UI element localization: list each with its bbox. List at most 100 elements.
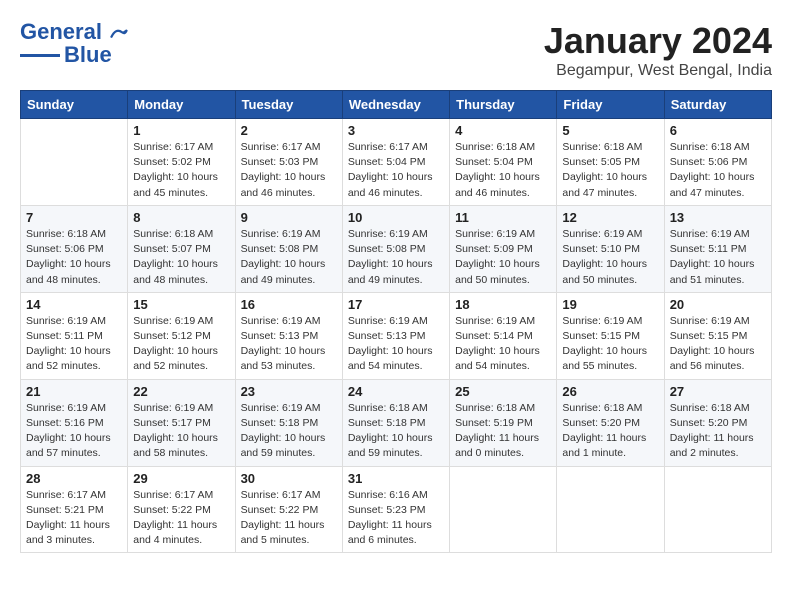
calendar-cell: 7 Sunrise: 6:18 AMSunset: 5:06 PMDaylight… [21, 205, 128, 292]
day-number: 8 [133, 210, 229, 225]
calendar-cell: 1 Sunrise: 6:17 AMSunset: 5:02 PMDaylight… [128, 119, 235, 206]
day-number: 3 [348, 123, 444, 138]
day-number: 4 [455, 123, 551, 138]
day-info: Sunrise: 6:19 AMSunset: 5:12 PMDaylight:… [133, 314, 229, 375]
day-number: 23 [241, 384, 337, 399]
day-number: 1 [133, 123, 229, 138]
day-info: Sunrise: 6:18 AMSunset: 5:05 PMDaylight:… [562, 140, 658, 201]
calendar-header-saturday: Saturday [664, 91, 771, 119]
day-info: Sunrise: 6:17 AMSunset: 5:04 PMDaylight:… [348, 140, 444, 201]
calendar-cell: 31 Sunrise: 6:16 AMSunset: 5:23 PMDayligh… [342, 466, 449, 553]
day-info: Sunrise: 6:17 AMSunset: 5:22 PMDaylight:… [133, 488, 229, 549]
day-info: Sunrise: 6:18 AMSunset: 5:04 PMDaylight:… [455, 140, 551, 201]
calendar-cell: 16 Sunrise: 6:19 AMSunset: 5:13 PMDayligh… [235, 292, 342, 379]
calendar-header-friday: Friday [557, 91, 664, 119]
calendar-header-row: SundayMondayTuesdayWednesdayThursdayFrid… [21, 91, 772, 119]
day-number: 7 [26, 210, 122, 225]
day-info: Sunrise: 6:19 AMSunset: 5:11 PMDaylight:… [670, 227, 766, 288]
day-info: Sunrise: 6:19 AMSunset: 5:08 PMDaylight:… [348, 227, 444, 288]
day-info: Sunrise: 6:19 AMSunset: 5:15 PMDaylight:… [562, 314, 658, 375]
day-number: 19 [562, 297, 658, 312]
calendar-cell: 28 Sunrise: 6:17 AMSunset: 5:21 PMDayligh… [21, 466, 128, 553]
calendar-cell: 26 Sunrise: 6:18 AMSunset: 5:20 PMDayligh… [557, 379, 664, 466]
calendar-cell [557, 466, 664, 553]
day-info: Sunrise: 6:19 AMSunset: 5:11 PMDaylight:… [26, 314, 122, 375]
day-number: 27 [670, 384, 766, 399]
calendar-week-row: 28 Sunrise: 6:17 AMSunset: 5:21 PMDayligh… [21, 466, 772, 553]
day-info: Sunrise: 6:19 AMSunset: 5:13 PMDaylight:… [241, 314, 337, 375]
day-info: Sunrise: 6:16 AMSunset: 5:23 PMDaylight:… [348, 488, 444, 549]
calendar-cell: 4 Sunrise: 6:18 AMSunset: 5:04 PMDaylight… [450, 119, 557, 206]
calendar-cell: 6Sunrise: 6:18 AMSunset: 5:06 PMDaylight… [664, 119, 771, 206]
day-number: 17 [348, 297, 444, 312]
day-info: Sunrise: 6:19 AMSunset: 5:08 PMDaylight:… [241, 227, 337, 288]
day-info: Sunrise: 6:19 AMSunset: 5:09 PMDaylight:… [455, 227, 551, 288]
day-info: Sunrise: 6:18 AMSunset: 5:18 PMDaylight:… [348, 401, 444, 462]
calendar-cell: 5 Sunrise: 6:18 AMSunset: 5:05 PMDaylight… [557, 119, 664, 206]
calendar-cell: 13 Sunrise: 6:19 AMSunset: 5:11 PMDayligh… [664, 205, 771, 292]
day-number: 31 [348, 471, 444, 486]
day-info: Sunrise: 6:19 AMSunset: 5:16 PMDaylight:… [26, 401, 122, 462]
day-number: 12 [562, 210, 658, 225]
day-number: 16 [241, 297, 337, 312]
calendar-cell: 29 Sunrise: 6:17 AMSunset: 5:22 PMDayligh… [128, 466, 235, 553]
calendar-cell [450, 466, 557, 553]
day-info: Sunrise: 6:18 AMSunset: 5:20 PMDaylight:… [670, 401, 766, 462]
calendar-week-row: 21Sunrise: 6:19 AMSunset: 5:16 PMDayligh… [21, 379, 772, 466]
calendar-cell: 20Sunrise: 6:19 AMSunset: 5:15 PMDayligh… [664, 292, 771, 379]
day-info: Sunrise: 6:18 AMSunset: 5:20 PMDaylight:… [562, 401, 658, 462]
title-block: January 2024 Begampur, West Bengal, Indi… [544, 20, 772, 80]
calendar-header-tuesday: Tuesday [235, 91, 342, 119]
calendar-cell: 2Sunrise: 6:17 AMSunset: 5:03 PMDaylight… [235, 119, 342, 206]
calendar-cell: 12 Sunrise: 6:19 AMSunset: 5:10 PMDayligh… [557, 205, 664, 292]
day-number: 24 [348, 384, 444, 399]
day-number: 5 [562, 123, 658, 138]
day-info: Sunrise: 6:17 AMSunset: 5:02 PMDaylight:… [133, 140, 229, 201]
calendar-cell: 21Sunrise: 6:19 AMSunset: 5:16 PMDayligh… [21, 379, 128, 466]
day-info: Sunrise: 6:18 AMSunset: 5:06 PMDaylight:… [26, 227, 122, 288]
calendar-cell: 22 Sunrise: 6:19 AMSunset: 5:17 PMDayligh… [128, 379, 235, 466]
day-info: Sunrise: 6:17 AMSunset: 5:22 PMDaylight:… [241, 488, 337, 549]
day-number: 28 [26, 471, 122, 486]
calendar-header-wednesday: Wednesday [342, 91, 449, 119]
calendar-cell: 27 Sunrise: 6:18 AMSunset: 5:20 PMDayligh… [664, 379, 771, 466]
day-number: 11 [455, 210, 551, 225]
day-info: Sunrise: 6:17 AMSunset: 5:03 PMDaylight:… [241, 140, 337, 201]
day-info: Sunrise: 6:19 AMSunset: 5:17 PMDaylight:… [133, 401, 229, 462]
day-info: Sunrise: 6:19 AMSunset: 5:14 PMDaylight:… [455, 314, 551, 375]
day-info: Sunrise: 6:18 AMSunset: 5:19 PMDaylight:… [455, 401, 551, 462]
calendar-cell: 8 Sunrise: 6:18 AMSunset: 5:07 PMDaylight… [128, 205, 235, 292]
calendar-week-row: 7 Sunrise: 6:18 AMSunset: 5:06 PMDaylight… [21, 205, 772, 292]
day-number: 10 [348, 210, 444, 225]
day-number: 14 [26, 297, 122, 312]
calendar-table: SundayMondayTuesdayWednesdayThursdayFrid… [20, 90, 772, 553]
location-subtitle: Begampur, West Bengal, India [544, 62, 772, 80]
day-number: 29 [133, 471, 229, 486]
calendar-cell: 24 Sunrise: 6:18 AMSunset: 5:18 PMDayligh… [342, 379, 449, 466]
day-number: 6 [670, 123, 766, 138]
day-number: 26 [562, 384, 658, 399]
calendar-header-thursday: Thursday [450, 91, 557, 119]
calendar-cell: 3 Sunrise: 6:17 AMSunset: 5:04 PMDaylight… [342, 119, 449, 206]
logo: General Blue [20, 20, 128, 68]
day-info: Sunrise: 6:19 AMSunset: 5:10 PMDaylight:… [562, 227, 658, 288]
logo-text: General [20, 20, 128, 44]
page-header: General Blue January 2024 Begampur, West… [20, 20, 772, 80]
calendar-cell: 15 Sunrise: 6:19 AMSunset: 5:12 PMDayligh… [128, 292, 235, 379]
calendar-cell [664, 466, 771, 553]
calendar-cell: 23 Sunrise: 6:19 AMSunset: 5:18 PMDayligh… [235, 379, 342, 466]
calendar-cell: 18Sunrise: 6:19 AMSunset: 5:14 PMDayligh… [450, 292, 557, 379]
day-info: Sunrise: 6:17 AMSunset: 5:21 PMDaylight:… [26, 488, 122, 549]
day-number: 25 [455, 384, 551, 399]
calendar-cell: 14 Sunrise: 6:19 AMSunset: 5:11 PMDayligh… [21, 292, 128, 379]
day-info: Sunrise: 6:18 AMSunset: 5:07 PMDaylight:… [133, 227, 229, 288]
day-number: 22 [133, 384, 229, 399]
calendar-cell: 19 Sunrise: 6:19 AMSunset: 5:15 PMDayligh… [557, 292, 664, 379]
calendar-cell: 10 Sunrise: 6:19 AMSunset: 5:08 PMDayligh… [342, 205, 449, 292]
day-info: Sunrise: 6:19 AMSunset: 5:18 PMDaylight:… [241, 401, 337, 462]
day-number: 15 [133, 297, 229, 312]
day-number: 13 [670, 210, 766, 225]
day-number: 9 [241, 210, 337, 225]
day-info: Sunrise: 6:19 AMSunset: 5:13 PMDaylight:… [348, 314, 444, 375]
calendar-header-monday: Monday [128, 91, 235, 119]
